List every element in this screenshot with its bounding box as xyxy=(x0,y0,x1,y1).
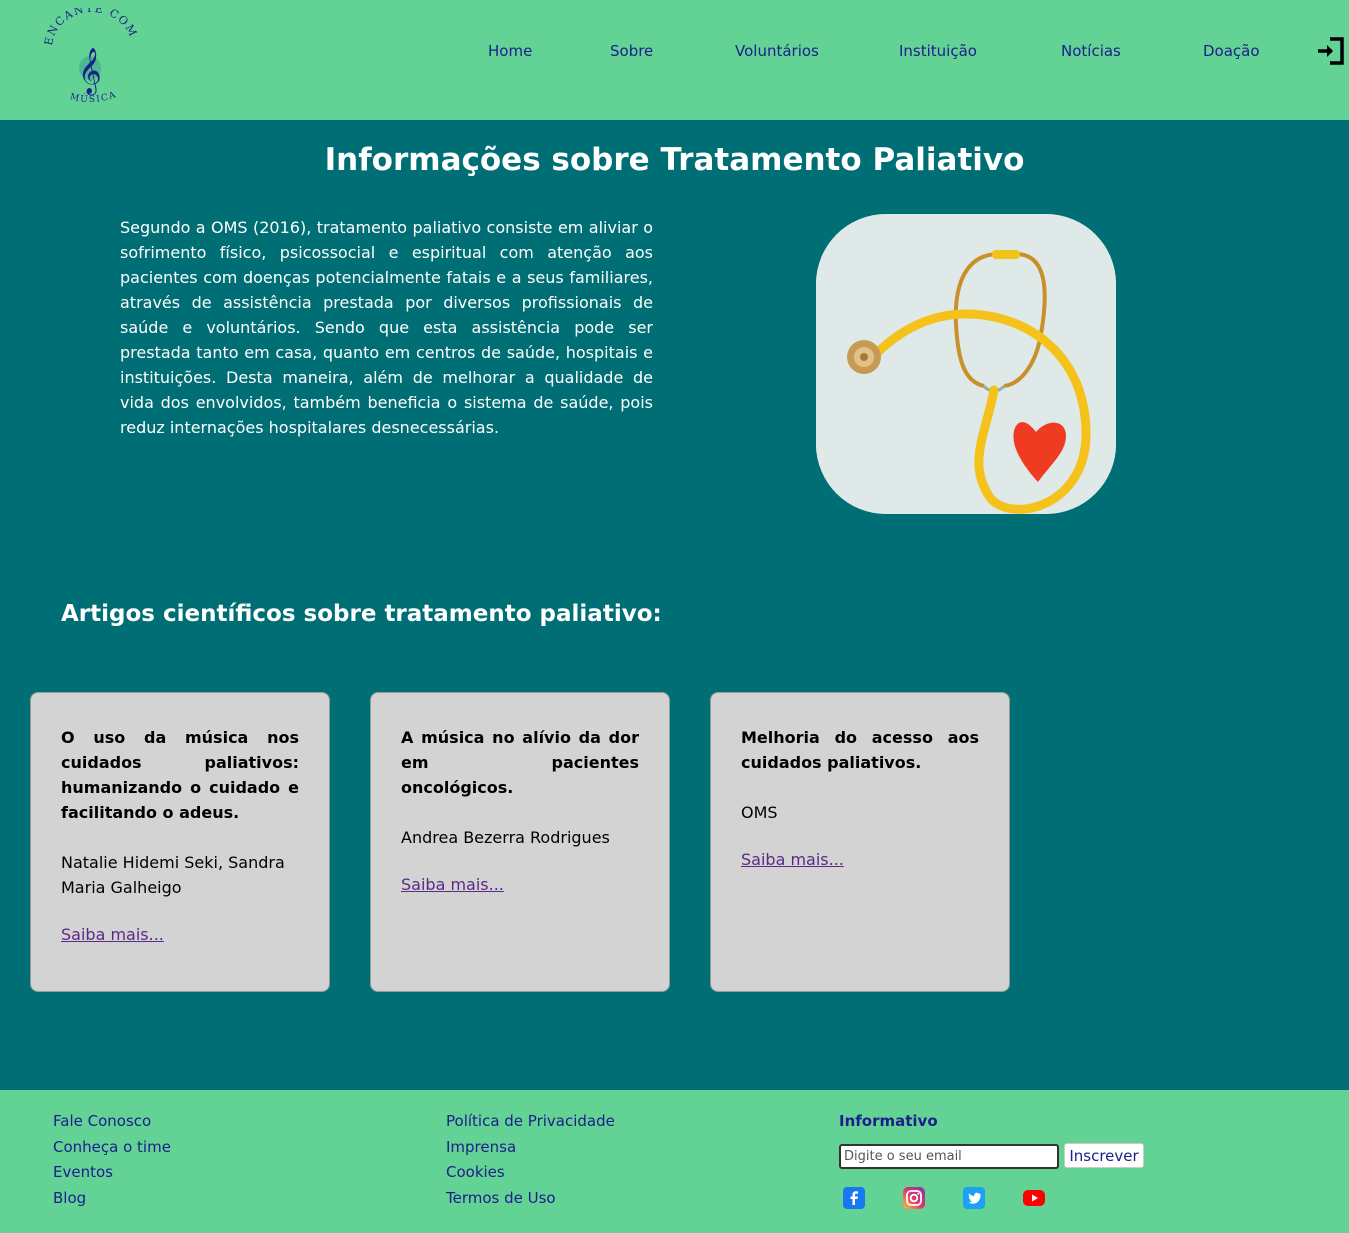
article-title: Melhoria do acesso aos cuidados paliativ… xyxy=(741,728,979,772)
article-author: Natalie Hidemi Seki, Sandra Maria Galhei… xyxy=(61,853,285,897)
nav-instituicao[interactable]: Instituição xyxy=(899,42,977,60)
article-title: A música no alívio da dor em pacientes o… xyxy=(401,728,639,797)
twitter-icon[interactable] xyxy=(963,1187,985,1209)
instagram-icon[interactable] xyxy=(903,1187,925,1209)
site-footer: Fale Conosco Conheça o time Eventos Blog… xyxy=(0,1090,1349,1233)
site-header: ENCANTE COM MÚSICA 𝄞 Home Sobre Voluntár… xyxy=(0,0,1349,120)
nav-sobre[interactable]: Sobre xyxy=(610,42,653,60)
footer-link-conheca-o-time[interactable]: Conheça o time xyxy=(53,1138,171,1156)
logo-top-text: ENCANTE COM xyxy=(42,2,139,47)
article-title: O uso da música nos cuidados paliativos:… xyxy=(61,728,299,822)
nav-noticias[interactable]: Notícias xyxy=(1061,42,1121,60)
article-author: OMS xyxy=(741,803,778,822)
saiba-mais-link[interactable]: Saiba mais... xyxy=(741,850,844,869)
sign-in-icon[interactable] xyxy=(1316,36,1346,66)
footer-link-fale-conosco[interactable]: Fale Conosco xyxy=(53,1112,151,1130)
article-author: Andrea Bezerra Rodrigues xyxy=(401,828,610,847)
footer-link-blog[interactable]: Blog xyxy=(53,1189,86,1207)
subscribe-button[interactable]: Inscrever xyxy=(1064,1143,1144,1168)
footer-link-imprensa[interactable]: Imprensa xyxy=(446,1138,516,1156)
footer-link-termos-de-uso[interactable]: Termos de Uso xyxy=(446,1189,556,1207)
youtube-icon[interactable] xyxy=(1023,1187,1045,1209)
stethoscope-heart-image xyxy=(816,214,1116,514)
facebook-icon[interactable] xyxy=(843,1187,865,1209)
article-card: A música no alívio da dor em pacientes o… xyxy=(370,692,670,992)
nav-voluntarios[interactable]: Voluntários xyxy=(735,42,819,60)
newsletter-heading: Informativo xyxy=(839,1112,938,1130)
footer-link-eventos[interactable]: Eventos xyxy=(53,1163,113,1181)
article-card: O uso da música nos cuidados paliativos:… xyxy=(30,692,330,992)
intro-paragraph: Segundo a OMS (2016), tratamento paliati… xyxy=(120,218,653,437)
svg-text:ENCANTE COM: ENCANTE COM xyxy=(42,8,140,47)
nav-home[interactable]: Home xyxy=(488,42,532,60)
articles-section-title: Artigos científicos sobre tratamento pal… xyxy=(61,601,662,627)
footer-link-cookies[interactable]: Cookies xyxy=(446,1163,505,1181)
nav-doacao[interactable]: Doação xyxy=(1203,42,1260,60)
newsletter-email-input[interactable] xyxy=(839,1144,1059,1169)
footer-link-politica-privacidade[interactable]: Política de Privacidade xyxy=(446,1112,615,1130)
page-title: Informações sobre Tratamento Paliativo xyxy=(324,142,1025,178)
main-nav: Home Sobre Voluntários Instituição Notíc… xyxy=(0,42,1349,64)
article-card: Melhoria do acesso aos cuidados paliativ… xyxy=(710,692,1010,992)
saiba-mais-link[interactable]: Saiba mais... xyxy=(61,925,164,944)
saiba-mais-link[interactable]: Saiba mais... xyxy=(401,875,504,894)
